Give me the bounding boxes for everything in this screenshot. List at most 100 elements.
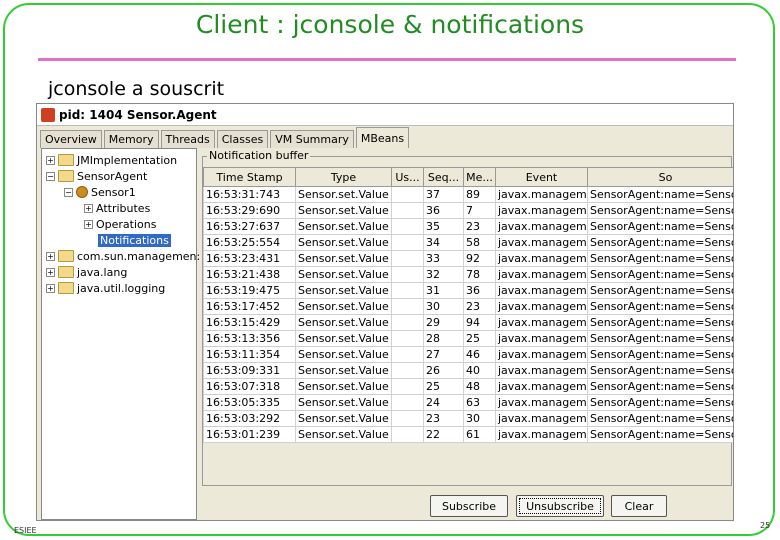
table-row[interactable]: 16:53:05:335 Sensor.set.Value 24 63 javax.ma… <box>203 394 733 411</box>
userdata-cell <box>391 426 424 443</box>
column-header-type[interactable]: Type <box>295 167 392 187</box>
timestamp-cell: 16:53:19:475 <box>203 282 296 299</box>
tree-node-sensoragent[interactable]: − SensorAgent <box>46 168 147 184</box>
type-cell: Sensor.set.Value <box>295 426 392 443</box>
source-cell: SensorAgent:name=Sensor1 <box>587 314 733 331</box>
type-cell: Sensor.set.Value <box>295 298 392 315</box>
sequence-cell: 26 <box>423 362 464 379</box>
tab-threads[interactable]: Threads <box>160 130 215 148</box>
table-row[interactable]: 16:53:27:637 Sensor.set.Value 35 23 javax.ma… <box>203 218 733 235</box>
expand-icon[interactable]: + <box>46 267 55 277</box>
event-cell: javax.managem... <box>495 298 588 315</box>
sequence-cell: 29 <box>423 314 464 331</box>
collapse-icon[interactable]: − <box>64 187 73 197</box>
event-cell: javax.managem... <box>495 250 588 267</box>
tree-label: Attributes <box>96 201 151 215</box>
table-row[interactable]: 16:53:19:475 Sensor.set.Value 31 36 javax.ma… <box>203 282 733 299</box>
tree-label: java.util.logging <box>77 281 166 295</box>
column-header-source[interactable]: So <box>587 167 733 187</box>
source-cell: SensorAgent:name=Sensor1 <box>587 426 733 443</box>
table-row[interactable]: 16:53:09:331 Sensor.set.Value 26 40 javax.ma… <box>203 362 733 379</box>
expand-icon[interactable]: + <box>84 219 93 229</box>
expand-icon[interactable]: + <box>46 283 55 293</box>
expand-icon[interactable]: + <box>84 203 93 213</box>
event-cell: javax.managem... <box>495 234 588 251</box>
message-cell: 89 <box>463 186 496 203</box>
event-cell: javax.managem... <box>495 394 588 411</box>
message-cell: 23 <box>463 298 496 315</box>
userdata-cell <box>391 282 424 299</box>
tree-node-jmimplementation[interactable]: + JMImplementation <box>46 152 177 168</box>
event-cell: javax.managem... <box>495 346 588 363</box>
type-cell: Sensor.set.Value <box>295 266 392 283</box>
java-app-icon <box>41 107 55 122</box>
table-row[interactable]: 16:53:03:292 Sensor.set.Value 23 30 javax.ma… <box>203 410 733 427</box>
tree-node-operations[interactable]: + Operations <box>84 216 156 232</box>
tab-overview[interactable]: Overview <box>40 130 102 148</box>
userdata-cell <box>391 186 424 203</box>
table-row[interactable]: 16:53:29:690 Sensor.set.Value 36 7 javax.man… <box>203 202 733 219</box>
tab-bar: Overview Memory Threads Classes VM Summa… <box>40 126 411 148</box>
window-title-bar: pid: 1404 Sensor.Agent <box>37 104 733 126</box>
event-cell: javax.managem... <box>495 218 588 235</box>
table-row[interactable]: 16:53:13:356 Sensor.set.Value 28 25 javax.ma… <box>203 330 733 347</box>
table-row[interactable]: 16:53:31:743 Sensor.set.Value 37 89 javax.ma… <box>203 186 733 203</box>
column-header-event[interactable]: Event <box>495 167 588 187</box>
source-cell: SensorAgent:name=Sensor1 <box>587 234 733 251</box>
jconsole-window: pid: 1404 Sensor.Agent Overview Memory T… <box>36 103 734 521</box>
tab-classes[interactable]: Classes <box>216 130 269 148</box>
subscribe-button[interactable]: Subscribe <box>430 495 508 517</box>
sequence-cell: 28 <box>423 330 464 347</box>
table-row[interactable]: 16:53:25:554 Sensor.set.Value 34 58 javax.ma… <box>203 234 733 251</box>
userdata-cell <box>391 218 424 235</box>
event-cell: javax.managem... <box>495 314 588 331</box>
column-header-userdata[interactable]: Us... <box>391 167 424 187</box>
tree-node-java-util-logging[interactable]: + java.util.logging <box>46 280 165 296</box>
sequence-cell: 35 <box>423 218 464 235</box>
type-cell: Sensor.set.Value <box>295 218 392 235</box>
tab-mbeans[interactable]: MBeans <box>355 127 410 148</box>
message-cell: 23 <box>463 218 496 235</box>
expand-icon[interactable]: + <box>46 251 55 261</box>
sequence-cell: 25 <box>423 378 464 395</box>
column-header-sequence[interactable]: Seq... <box>423 167 464 187</box>
table-row[interactable]: 16:53:07:318 Sensor.set.Value 25 48 javax.ma… <box>203 378 733 395</box>
type-cell: Sensor.set.Value <box>295 314 392 331</box>
clear-button[interactable]: Clear <box>611 495 667 517</box>
notification-table-viewport[interactable]: Time Stamp Type Us... Seq... Me... Event… <box>203 167 733 485</box>
table-row[interactable]: 16:53:01:239 Sensor.set.Value 22 61 javax.ma… <box>203 426 733 443</box>
column-header-message[interactable]: Me... <box>463 167 496 187</box>
sequence-cell: 36 <box>423 202 464 219</box>
sequence-cell: 27 <box>423 346 464 363</box>
event-cell: javax.managem... <box>495 186 588 203</box>
collapse-icon[interactable]: − <box>46 171 55 181</box>
table-row[interactable]: 16:53:11:354 Sensor.set.Value 27 46 javax.ma… <box>203 346 733 363</box>
userdata-cell <box>391 346 424 363</box>
tree-node-attributes[interactable]: + Attributes <box>84 200 150 216</box>
timestamp-cell: 16:53:13:356 <box>203 330 296 347</box>
event-cell: javax.managem... <box>495 266 588 283</box>
timestamp-cell: 16:53:15:429 <box>203 314 296 331</box>
column-header-timestamp[interactable]: Time Stamp <box>203 167 296 187</box>
timestamp-cell: 16:53:21:438 <box>203 266 296 283</box>
event-cell: javax.managem... <box>495 378 588 395</box>
expand-icon[interactable]: + <box>46 155 55 165</box>
timestamp-cell: 16:53:23:431 <box>203 250 296 267</box>
message-cell: 30 <box>463 410 496 427</box>
tree-node-java-lang[interactable]: + java.lang <box>46 264 127 280</box>
message-cell: 48 <box>463 378 496 395</box>
type-cell: Sensor.set.Value <box>295 346 392 363</box>
table-row[interactable]: 16:53:15:429 Sensor.set.Value 29 94 javax.ma… <box>203 314 733 331</box>
table-row[interactable]: 16:53:23:431 Sensor.set.Value 33 92 javax.ma… <box>203 250 733 267</box>
userdata-cell <box>391 314 424 331</box>
tab-memory[interactable]: Memory <box>103 130 159 148</box>
timestamp-cell: 16:53:27:637 <box>203 218 296 235</box>
tab-vm-summary[interactable]: VM Summary <box>270 130 354 148</box>
table-row[interactable]: 16:53:17:452 Sensor.set.Value 30 23 javax.ma… <box>203 298 733 315</box>
sequence-cell: 34 <box>423 234 464 251</box>
unsubscribe-button[interactable]: Unsubscribe <box>516 495 604 517</box>
tree-node-notifications[interactable]: Notifications <box>98 232 171 248</box>
tree-node-sensor1[interactable]: − Sensor1 <box>64 184 136 200</box>
table-row[interactable]: 16:53:21:438 Sensor.set.Value 32 78 javax.ma… <box>203 266 733 283</box>
tree-node-com-sun[interactable]: + com.sun.managemen: <box>46 248 200 264</box>
